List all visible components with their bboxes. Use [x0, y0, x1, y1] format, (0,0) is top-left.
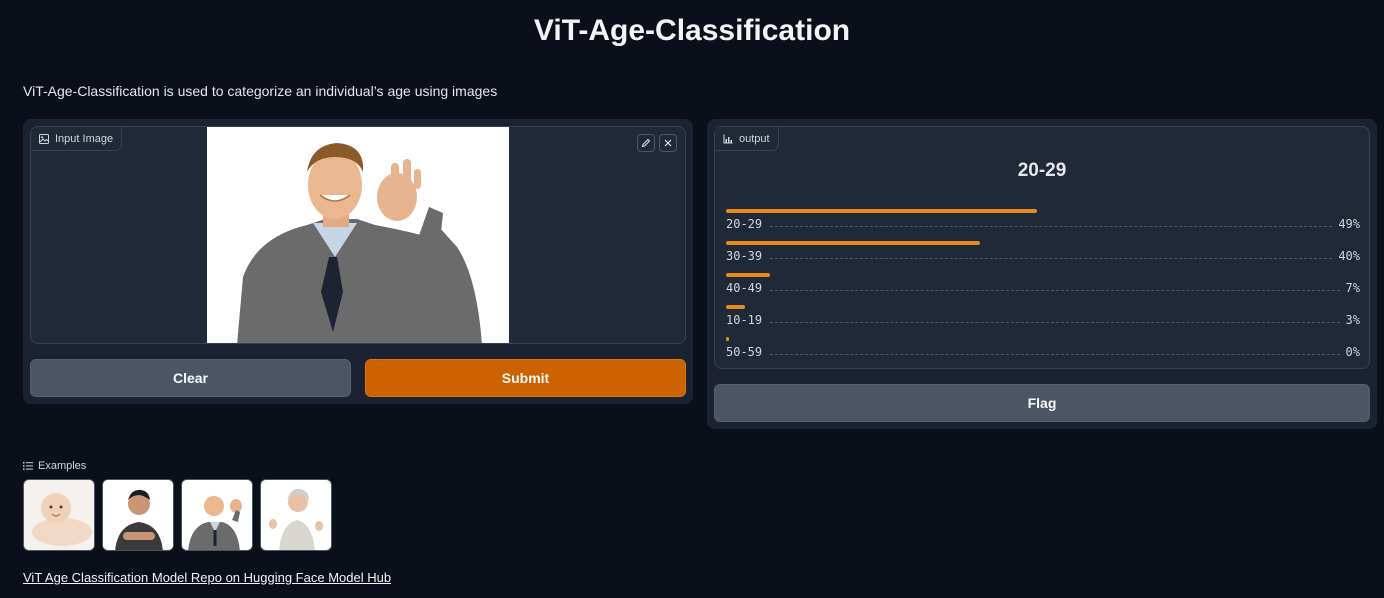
image-input[interactable]: Input Image: [30, 126, 686, 344]
confidence-bar: [726, 337, 729, 341]
image-icon: [39, 133, 49, 144]
confidence-leader: [770, 290, 1340, 291]
input-image-label-text: Input Image: [55, 132, 114, 145]
confidence-value: 3%: [1345, 313, 1360, 327]
clear-image-button[interactable]: [659, 134, 677, 152]
examples-header: Examples: [23, 460, 86, 472]
example-young-man[interactable]: [102, 479, 174, 551]
bar-chart-icon: [723, 134, 733, 143]
clear-button[interactable]: Clear: [30, 359, 351, 397]
output-panel: output 20-29 20-29 49% 30-39 40% 40-49 7% 10-1…: [707, 119, 1377, 429]
confidence-row: 20-29 49%: [726, 209, 1360, 241]
examples-label: Examples: [38, 460, 87, 472]
confidence-label: 10-19: [726, 313, 763, 327]
confidence-label: 30-39: [726, 249, 763, 263]
confidence-value: 7%: [1345, 281, 1360, 295]
input-panel: Input Image Clear Submit: [23, 119, 693, 404]
confidence-leader: [770, 226, 1333, 227]
confidence-leader: [770, 354, 1340, 355]
confidence-text: 30-39 40%: [726, 249, 1360, 263]
confidence-bar: [726, 273, 771, 277]
output-label-text: output: [739, 132, 770, 145]
example-baby[interactable]: [23, 479, 95, 551]
confidence-leader: [770, 258, 1333, 259]
close-icon: [664, 139, 672, 147]
page-description: ViT-Age-Classification is used to catego…: [23, 83, 498, 99]
example-businessman[interactable]: [181, 479, 253, 551]
confidence-text: 50-59 0%: [726, 345, 1360, 359]
confidence-row: 50-59 0%: [726, 337, 1360, 369]
confidence-label: 20-29: [726, 217, 763, 231]
confidence-row: 40-49 7%: [726, 273, 1360, 305]
pencil-icon: [641, 138, 651, 148]
edit-button[interactable]: [637, 134, 655, 152]
submit-button[interactable]: Submit: [365, 359, 686, 397]
confidence-label: 50-59: [726, 345, 763, 359]
confidence-row: 10-19 3%: [726, 305, 1360, 337]
confidence-label: 40-49: [726, 281, 763, 295]
uploaded-image: [207, 127, 509, 343]
confidence-text: 20-29 49%: [726, 217, 1360, 231]
examples-gallery: [23, 479, 332, 551]
predicted-label: 20-29: [1017, 160, 1067, 181]
model-repo-link[interactable]: ViT Age Classification Model Repo on Hug…: [23, 570, 391, 585]
input-image-label: Input Image: [31, 127, 123, 151]
flag-button[interactable]: Flag: [714, 384, 1370, 422]
page-title: ViT-Age-Classification: [533, 14, 851, 47]
confidence-bar: [726, 209, 1037, 213]
confidence-row: 30-39 40%: [726, 241, 1360, 273]
confidence-leader: [770, 322, 1340, 323]
confidence-value: 0%: [1345, 345, 1360, 359]
list-icon: [23, 462, 33, 470]
confidence-value: 40%: [1338, 249, 1360, 263]
output-label: output: [715, 127, 779, 151]
confidence-value: 49%: [1338, 217, 1360, 231]
confidence-bar: [726, 305, 746, 309]
example-elderly-woman[interactable]: [260, 479, 332, 551]
output-label-component: output 20-29 20-29 49% 30-39 40% 40-49 7% 10-1…: [714, 126, 1370, 369]
confidence-bar: [726, 241, 980, 245]
confidence-list: 20-29 49% 30-39 40% 40-49 7% 10-19 3% 50-59 0%: [726, 209, 1360, 369]
confidence-text: 40-49 7%: [726, 281, 1360, 295]
confidence-text: 10-19 3%: [726, 313, 1360, 327]
